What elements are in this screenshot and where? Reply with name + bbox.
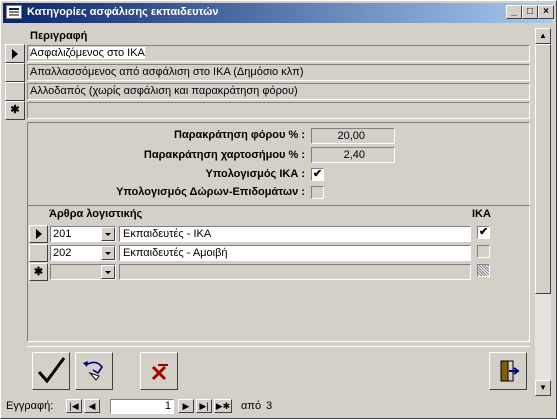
exit-button[interactable] (489, 352, 527, 390)
row-selector[interactable] (5, 44, 25, 63)
description-header: Περιγραφή (30, 30, 88, 42)
previous-icon: ◀ (88, 401, 96, 411)
chevron-down-icon[interactable] (101, 227, 115, 241)
scroll-thumb[interactable] (535, 44, 551, 294)
account-code-combo-new[interactable] (50, 264, 116, 280)
record-number-input[interactable]: 1 (110, 399, 174, 414)
delete-button[interactable] (140, 352, 178, 390)
ika-column-header: ΙΚΑ (472, 208, 491, 220)
chevron-down-icon[interactable] (101, 246, 115, 260)
stamp-label: Παρακράτηση χαρτοσήμου % : (143, 149, 305, 161)
gifts-calc-checkbox[interactable] (311, 186, 324, 199)
tax-withholding-label: Παρακράτηση φόρου % : (174, 129, 305, 141)
maximize-button[interactable]: □ (522, 5, 538, 19)
tax-withholding-field[interactable]: 20,00 (311, 128, 395, 144)
stamp-field[interactable]: 2,40 (311, 147, 395, 163)
close-button[interactable]: × (538, 5, 554, 19)
arrow-up-icon: ▲ (539, 31, 547, 40)
ika-calc-checkbox[interactable]: ✔ (311, 168, 324, 181)
new-list-item[interactable] (27, 102, 530, 119)
list-item-label: Αλλοδαπός (χωρίς ασφάλιση και παρακράτησ… (30, 85, 298, 97)
window-title: Κατηγορίες ασφάλισης εκπαιδευτών (27, 6, 219, 18)
ika-row-checkbox-new[interactable] (477, 264, 490, 277)
minimize-icon: _ (511, 6, 517, 17)
check-icon: ✔ (479, 226, 489, 238)
account-description-field[interactable]: Εκπαιδευτές - Αμοιβή (119, 245, 471, 261)
new-record-selector[interactable]: ✱ (5, 101, 25, 120)
arrow-down-icon: ▼ (539, 383, 547, 392)
previous-record-button[interactable]: ◀ (84, 399, 100, 413)
app-form-icon[interactable] (6, 5, 22, 19)
gifts-calc-label: Υπολογισμός Δώρων-Επιδομάτων : (116, 186, 305, 198)
close-icon: × (543, 6, 549, 17)
delete-icon (151, 364, 168, 381)
current-record-icon (36, 229, 42, 239)
undo-button[interactable] (75, 352, 113, 390)
account-code-combo[interactable]: 201 (50, 226, 116, 242)
list-item[interactable]: Αλλοδαπός (χωρίς ασφάλιση και παρακράτησ… (27, 83, 530, 100)
save-button[interactable] (32, 352, 70, 390)
row-selector[interactable] (5, 82, 25, 101)
next-record-button[interactable]: ▶ (178, 399, 194, 413)
accounting-header: Άρθρα λογιστικής (49, 208, 143, 220)
record-label: Εγγραφή: (6, 400, 54, 412)
scroll-up-button[interactable]: ▲ (535, 28, 551, 44)
chevron-down-icon[interactable] (101, 265, 115, 279)
next-icon: ▶ (182, 401, 190, 411)
list-item[interactable]: Απαλλασσόμενος από ασφάλιση στο ΙΚΑ (Δημ… (27, 64, 530, 81)
checkmark-icon (37, 357, 66, 384)
new-record-nav-icon: ▶✱ (215, 401, 231, 411)
row-selector[interactable] (29, 244, 48, 262)
current-record-icon (12, 49, 18, 59)
account-description-new[interactable] (119, 264, 471, 280)
check-icon: ✔ (313, 168, 323, 180)
ika-row-checkbox[interactable] (477, 245, 490, 258)
new-record-selector[interactable]: ✱ (29, 263, 48, 281)
last-icon: ▶| (199, 401, 209, 411)
ika-calc-label: Υπολογισμός ΙΚΑ : (205, 168, 305, 180)
minimize-button[interactable]: _ (506, 5, 522, 19)
row-selector[interactable] (5, 63, 25, 82)
account-code: 202 (53, 247, 72, 259)
undo-icon (83, 361, 103, 381)
new-record-icon: ✱ (10, 104, 20, 116)
account-code-combo[interactable]: 202 (50, 245, 116, 261)
list-item[interactable]: Ασφαλιζόμενος στο ΙΚΑ (27, 45, 530, 62)
account-code: 201 (53, 228, 72, 240)
maximize-icon: □ (526, 6, 534, 17)
of-label: από (241, 400, 262, 412)
new-record-icon: ✱ (33, 266, 44, 278)
last-record-button[interactable]: ▶| (196, 399, 212, 413)
exit-door-icon (500, 360, 520, 382)
first-icon: |◀ (69, 401, 79, 411)
list-item-label: Ασφαλιζόμενος στο ΙΚΑ (30, 47, 145, 59)
row-selector[interactable] (29, 225, 48, 243)
first-record-button[interactable]: |◀ (66, 399, 82, 413)
ika-row-checkbox[interactable]: ✔ (477, 226, 490, 239)
list-item-label: Απαλλασσόμενος από ασφάλιση στο ΙΚΑ (Δημ… (30, 66, 304, 78)
total-records: 3 (266, 400, 273, 412)
scroll-down-button[interactable]: ▼ (535, 380, 551, 396)
new-record-button[interactable]: ▶✱ (214, 399, 232, 413)
account-description-field[interactable]: Εκπαιδευτές - ΙΚΑ (119, 226, 471, 242)
